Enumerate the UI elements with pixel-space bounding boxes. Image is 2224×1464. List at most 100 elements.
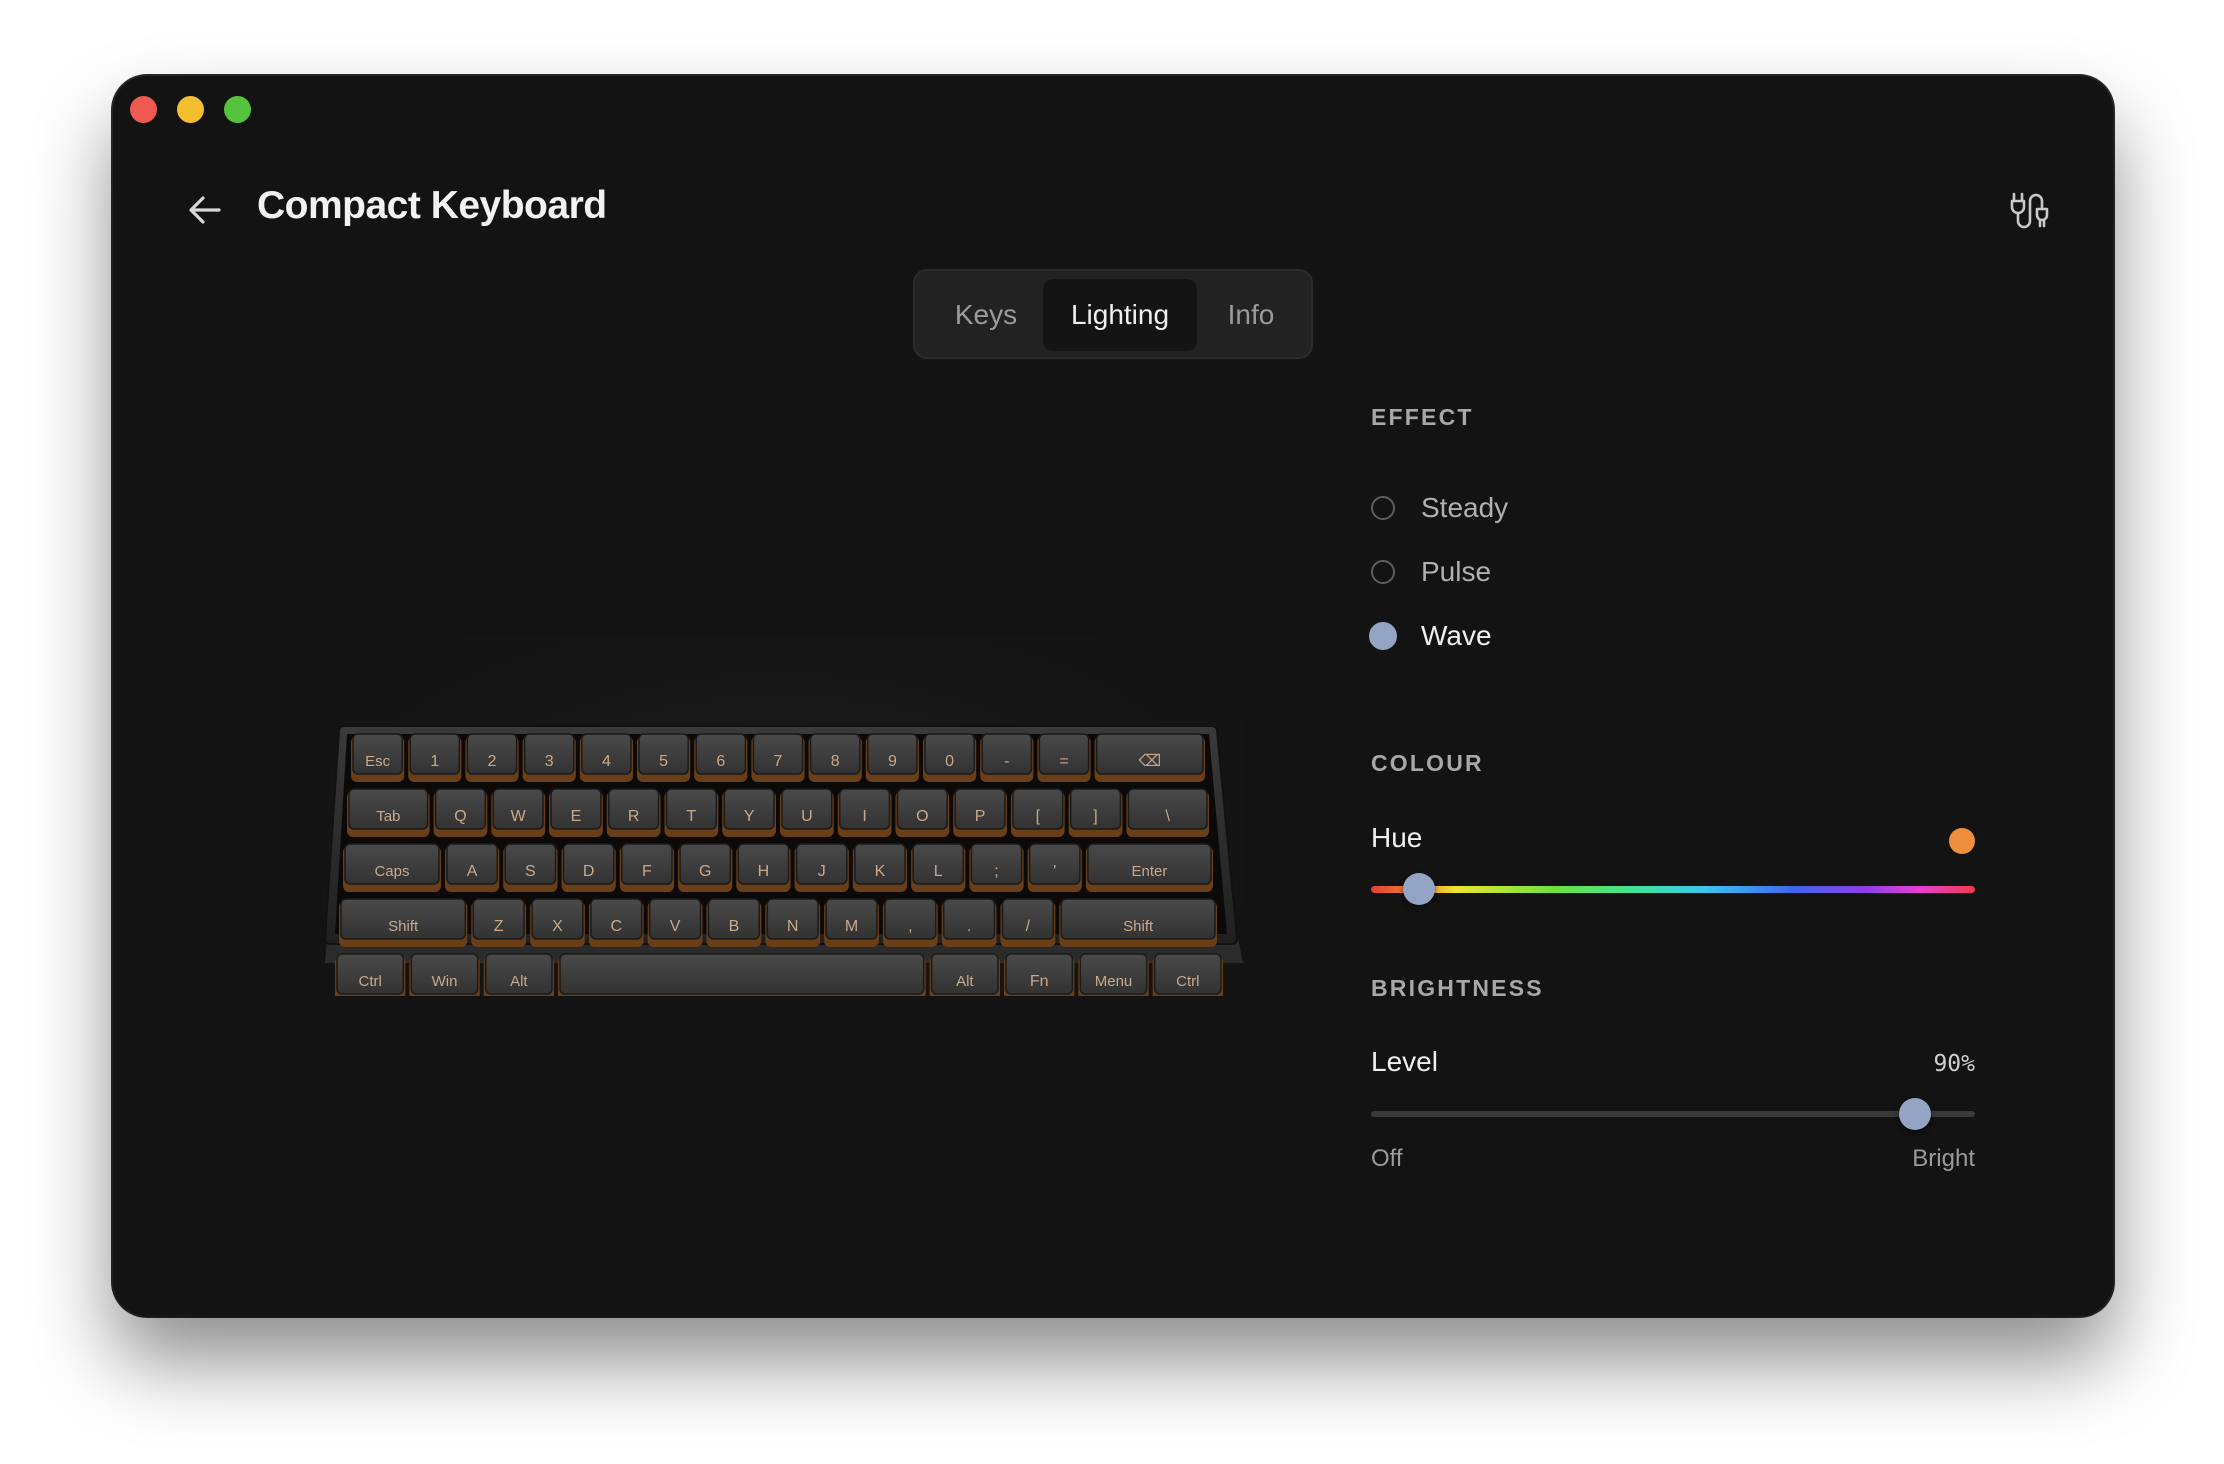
- effect-option-wave[interactable]: Wave: [1369, 616, 1492, 656]
- key-label: V: [670, 918, 681, 935]
- keycap: Q: [433, 788, 488, 837]
- key-label: Shift: [1123, 918, 1154, 935]
- keycap: .: [941, 898, 997, 947]
- keycap: Shift: [339, 898, 468, 947]
- keycap: Ctrl: [335, 953, 406, 1002]
- keycap: R: [606, 788, 661, 837]
- key-label: T: [687, 808, 697, 825]
- key-label: Z: [494, 918, 504, 935]
- key-label: [: [1036, 808, 1041, 825]
- key-label: ,: [908, 918, 912, 935]
- keycap: /: [1000, 898, 1056, 947]
- key-label: Tab: [376, 808, 400, 825]
- keycap: H: [736, 843, 791, 892]
- keycap: 5: [637, 733, 691, 782]
- tab-info[interactable]: Info: [1197, 279, 1305, 351]
- brightness-max-label: Bright: [1912, 1145, 1975, 1172]
- hue-slider-thumb[interactable]: [1403, 873, 1436, 905]
- key-label: ⌫: [1138, 753, 1161, 770]
- keycap: I: [837, 788, 892, 837]
- key-label: .: [967, 918, 971, 935]
- keycap: Ctrl: [1152, 953, 1223, 1002]
- key-label: S: [525, 863, 536, 880]
- connection-settings-button[interactable]: [2007, 188, 2051, 232]
- key-label: Ctrl: [1176, 973, 1199, 990]
- effect-option-steady[interactable]: Steady: [1371, 488, 1508, 528]
- key-label: ': [1053, 863, 1056, 880]
- brightness-slider-track[interactable]: [1371, 1111, 1975, 1117]
- key-label: ;: [994, 863, 998, 880]
- key-label: N: [787, 918, 799, 935]
- keycap: Alt: [483, 953, 554, 1002]
- key-label: =: [1059, 753, 1068, 770]
- key-label: F: [642, 863, 652, 880]
- key-label: 4: [602, 753, 611, 770]
- keycap: P: [953, 788, 1007, 837]
- radio-pulse[interactable]: [1371, 560, 1395, 584]
- keycap: 1: [408, 733, 462, 782]
- effect-option-pulse[interactable]: Pulse: [1371, 552, 1491, 592]
- minimize-window-button[interactable]: [177, 96, 204, 123]
- keycap: \: [1126, 788, 1209, 837]
- keycap: Enter: [1085, 843, 1213, 892]
- keycap: F: [619, 843, 675, 892]
- keycap: Y: [722, 788, 776, 837]
- tab-lighting[interactable]: Lighting: [1043, 279, 1197, 351]
- effect-option-label: Wave: [1421, 620, 1492, 651]
- back-button[interactable]: [185, 190, 225, 230]
- keyboard-illustration: Esc 1 2 3 4 5 6 7 8 9 0 - = ⌫ Tab Q W E R T Y U I O P [] \ Caps A S D F…: [293, 596, 1263, 1036]
- zoom-window-button[interactable]: [224, 96, 251, 123]
- hue-slider-track[interactable]: [1371, 886, 1975, 893]
- keycap: A: [444, 843, 500, 892]
- key-label: Alt: [956, 973, 974, 990]
- view-tabs: Keys Lighting Info: [913, 269, 1313, 359]
- keycap: E: [549, 788, 603, 837]
- key-label: X: [552, 918, 563, 935]
- keycap: O: [895, 788, 950, 837]
- tab-keys[interactable]: Keys: [929, 279, 1043, 351]
- effect-option-label: Pulse: [1421, 556, 1492, 587]
- key-label: 3: [545, 753, 554, 770]
- keycap: =: [1037, 733, 1091, 782]
- keycap: 0: [923, 733, 977, 782]
- keycap: 4: [579, 733, 633, 782]
- key-label: O: [916, 808, 928, 825]
- key-label: Ctrl: [359, 973, 382, 990]
- hue-color-swatch: [1949, 828, 1975, 854]
- key-label: G: [699, 863, 711, 880]
- radio-wave[interactable]: [1369, 622, 1397, 650]
- key-label: E: [571, 808, 582, 825]
- key-label: Q: [454, 808, 466, 825]
- keycap: U: [780, 788, 834, 837]
- keycap: N: [765, 898, 821, 947]
- key-label: 1: [430, 753, 439, 770]
- keycap: Z: [471, 898, 527, 947]
- key-label: J: [818, 863, 826, 880]
- keycap: Esc: [351, 733, 405, 782]
- key-label: Enter: [1132, 863, 1168, 880]
- radio-steady[interactable]: [1371, 496, 1395, 520]
- keycap: ;: [969, 843, 1024, 892]
- key-label: W: [511, 808, 527, 825]
- keycap: V: [647, 898, 703, 947]
- brightness-slider-thumb[interactable]: [1898, 1098, 1931, 1130]
- key-label: Caps: [374, 863, 409, 880]
- key-label: 9: [888, 753, 897, 770]
- key-label: I: [862, 808, 866, 825]
- keycap: 8: [808, 733, 862, 782]
- key-label: D: [583, 863, 595, 880]
- cable-plug-icon: [2010, 192, 2049, 229]
- keycap: Alt: [929, 953, 1000, 1002]
- key-label: \: [1165, 808, 1170, 825]
- key-label: 8: [831, 753, 840, 770]
- keycap: 7: [751, 733, 805, 782]
- keycap: Shift: [1059, 898, 1217, 947]
- key-label: A: [467, 863, 478, 880]
- keycap: D: [561, 843, 616, 892]
- hue-label: Hue: [1371, 822, 1423, 853]
- key-label: Menu: [1095, 973, 1133, 990]
- page-title: Compact Keyboard: [257, 184, 607, 227]
- key-label: Fn: [1030, 973, 1049, 990]
- close-window-button[interactable]: [130, 96, 157, 123]
- keycap: ,: [882, 898, 938, 947]
